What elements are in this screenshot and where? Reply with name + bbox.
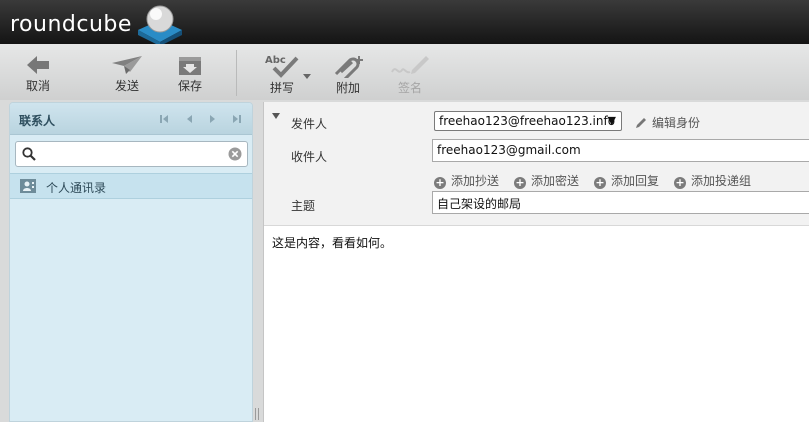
compose-pane: 发件人 freehao123@freehao123.info ▼ 编辑身份 收件… xyxy=(263,102,809,422)
add-bcc-link[interactable]: + 添加密送 xyxy=(514,172,579,189)
first-page-icon[interactable] xyxy=(159,113,169,125)
subject-label: 主题 xyxy=(291,199,316,213)
plus-circle-icon: + xyxy=(434,176,446,189)
compose-toolbar: 取消 发送 保存 Abc 拼写 附加 签名 xyxy=(0,44,809,100)
address-book-label: 个人通讯录 xyxy=(46,181,107,195)
save-button[interactable]: 保存 xyxy=(165,50,215,98)
attach-button[interactable]: 附加 xyxy=(323,50,373,98)
contact-search-box xyxy=(15,141,248,167)
collapse-headers-icon[interactable] xyxy=(271,112,281,120)
cancel-button[interactable]: 取消 xyxy=(13,50,63,98)
signature-button[interactable]: 签名 xyxy=(385,50,435,98)
attach-label: 附加 xyxy=(335,81,360,95)
logo-text: roundcube xyxy=(10,12,132,37)
subject-value: 自己架设的邮局 xyxy=(437,197,522,211)
subject-field[interactable]: 自己架设的邮局 xyxy=(432,191,809,214)
roundcube-logo-icon xyxy=(138,5,182,46)
header-bar: roundcube xyxy=(0,0,809,46)
spell-label: 拼写 xyxy=(269,81,294,95)
paperclip-icon xyxy=(334,56,363,78)
edit-identity-label: 编辑身份 xyxy=(652,116,701,130)
cancel-label: 取消 xyxy=(25,79,50,93)
search-icon xyxy=(22,147,36,161)
compose-headers: 发件人 freehao123@freehao123.info ▼ 编辑身份 收件… xyxy=(264,102,809,226)
back-arrow-icon xyxy=(27,56,49,74)
last-page-icon[interactable] xyxy=(232,113,242,125)
from-label: 发件人 xyxy=(291,117,328,131)
edit-identity-link[interactable]: 编辑身份 xyxy=(635,114,700,131)
add-cc-link[interactable]: + 添加抄送 xyxy=(434,172,499,189)
pencil-icon xyxy=(636,118,646,128)
contacts-title: 联系人 xyxy=(19,114,56,128)
to-label: 收件人 xyxy=(291,150,328,164)
spellcheck-button[interactable]: Abc 拼写 xyxy=(257,50,307,98)
resize-grip-icon[interactable] xyxy=(255,408,261,420)
toolbar-separator xyxy=(236,50,237,96)
spell-icon-text: Abc xyxy=(265,55,286,66)
signature-label: 签名 xyxy=(397,81,422,95)
from-identity-select[interactable]: freehao123@freehao123.info ▼ xyxy=(434,111,622,131)
contact-search-input[interactable] xyxy=(42,145,222,163)
contacts-panel: 联系人 个人通讯录 xyxy=(9,102,253,422)
address-book-item[interactable]: 个人通讯录 xyxy=(10,173,252,199)
spellcheck-icon: Abc xyxy=(265,55,299,78)
plus-circle-icon: + xyxy=(514,176,526,189)
add-reply-to-link[interactable]: + 添加回复 xyxy=(594,172,659,189)
message-body[interactable]: 这是内容，看看如何。 xyxy=(272,234,392,251)
plus-circle-icon: + xyxy=(674,176,686,189)
to-field[interactable]: freehao123@gmail.com xyxy=(432,139,809,162)
from-value: freehao123@freehao123.info xyxy=(439,114,616,128)
contacts-panel-header: 联系人 xyxy=(10,103,252,135)
add-bcc-label: 添加密送 xyxy=(531,174,580,188)
paper-plane-icon xyxy=(112,56,142,74)
add-followup-to-label: 添加投递组 xyxy=(691,174,752,188)
address-book-icon xyxy=(20,179,36,193)
send-button[interactable]: 发送 xyxy=(102,50,152,98)
clear-search-icon[interactable] xyxy=(228,147,242,161)
send-label: 发送 xyxy=(114,79,139,93)
plus-circle-icon: + xyxy=(594,176,606,189)
add-followup-to-link[interactable]: + 添加投递组 xyxy=(674,172,751,189)
previous-page-icon[interactable] xyxy=(184,113,194,125)
dropdown-caret-icon: ▼ xyxy=(607,114,616,127)
save-box-icon xyxy=(179,57,201,75)
spell-dropdown-arrow-icon[interactable] xyxy=(302,71,312,81)
next-page-icon[interactable] xyxy=(208,113,218,125)
pen-signature-icon xyxy=(391,56,429,74)
save-label: 保存 xyxy=(177,79,202,93)
add-cc-label: 添加抄送 xyxy=(451,174,500,188)
add-reply-to-label: 添加回复 xyxy=(611,174,660,188)
panel-splitter[interactable] xyxy=(253,102,263,422)
to-value: freehao123@gmail.com xyxy=(437,143,581,157)
